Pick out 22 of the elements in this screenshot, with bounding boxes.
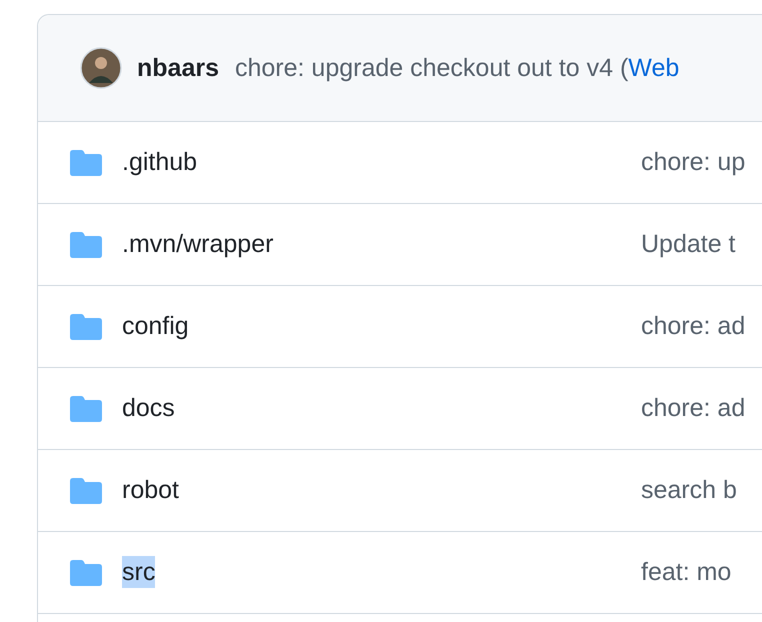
file-name[interactable]: src bbox=[122, 556, 156, 588]
commit-message[interactable]: search b bbox=[641, 476, 737, 505]
folder-icon bbox=[70, 232, 102, 258]
file-name[interactable]: docs bbox=[122, 392, 175, 424]
folder-icon bbox=[70, 314, 102, 340]
commit-link[interactable]: Web bbox=[628, 54, 680, 82]
avatar[interactable] bbox=[80, 47, 122, 89]
file-name[interactable]: .github bbox=[122, 146, 198, 178]
commit-message[interactable]: chore: up bbox=[641, 148, 746, 177]
folder-icon bbox=[70, 478, 102, 504]
author-name[interactable]: nbaars bbox=[137, 54, 219, 82]
file-name[interactable]: robot bbox=[122, 474, 179, 506]
commit-message[interactable]: Update t bbox=[641, 230, 736, 259]
commit-message[interactable]: chore: upgrade checkout out to v4 (Web bbox=[234, 54, 680, 82]
folder-icon bbox=[70, 150, 102, 176]
folder-icon bbox=[70, 560, 102, 586]
commit-message[interactable]: chore: ad bbox=[641, 394, 746, 423]
file-name[interactable]: config bbox=[122, 310, 189, 342]
commit-message[interactable]: chore: ad bbox=[641, 312, 746, 341]
commit-message[interactable]: feat: mo bbox=[641, 558, 732, 587]
file-name[interactable]: .mvn/wrapper bbox=[122, 228, 274, 260]
folder-icon bbox=[70, 396, 102, 422]
